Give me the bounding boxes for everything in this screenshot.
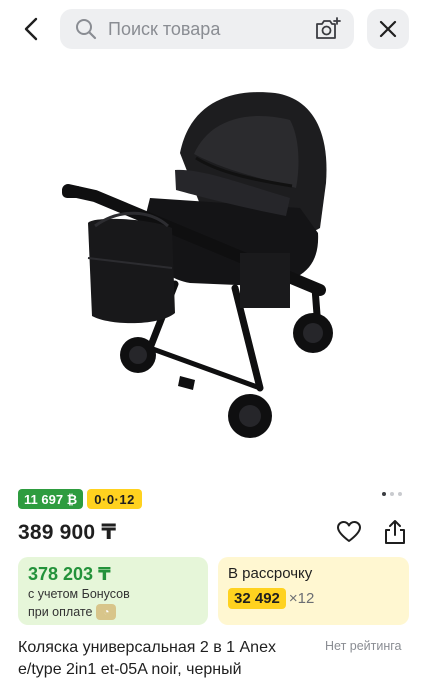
installment-title: В рассрочку	[228, 565, 313, 582]
search-icon	[76, 19, 97, 40]
gallery-dot	[382, 492, 386, 496]
product-badges: 11 697 ₿ 0·0·12	[18, 489, 142, 509]
gallery-dot	[390, 492, 394, 496]
installment-months: ×12	[288, 590, 315, 607]
installment-badge-label: 0·0·12	[94, 491, 135, 507]
installment-badge: 0·0·12	[87, 489, 142, 509]
back-button[interactable]	[14, 12, 50, 46]
chevron-left-icon	[24, 17, 38, 41]
bonus-price-line1: с учетом Бонусов	[28, 587, 130, 601]
close-icon	[379, 20, 397, 38]
installment-monthly: 32 492	[228, 588, 286, 609]
bonus-price-amount: 378 203 ₸	[28, 564, 111, 584]
installment-amount-row: 32 492 ×12	[228, 588, 314, 609]
close-button[interactable]	[367, 9, 409, 49]
bonus-badge: 11 697 ₿	[18, 489, 84, 509]
gallery-dot	[398, 492, 402, 496]
product-image-gallery[interactable]	[0, 58, 427, 480]
camera-search-icon[interactable]	[314, 16, 342, 42]
share-icon	[385, 520, 405, 544]
gallery-dots	[382, 492, 402, 496]
share-button[interactable]	[382, 518, 408, 546]
bonus-price-line2-row: при оплате ◔	[28, 604, 117, 620]
top-bar	[0, 0, 427, 58]
bonus-badge-label: 11 697 ₿	[24, 491, 78, 507]
search-input[interactable]	[108, 9, 298, 49]
heart-icon	[337, 521, 361, 542]
bonus-price-card[interactable]: 378 203 ₸ с учетом Бонусов при оплате ◔	[18, 557, 208, 625]
search-bar[interactable]	[60, 9, 354, 49]
stroller-image	[62, 92, 333, 438]
favorite-button[interactable]	[336, 520, 362, 544]
installment-card[interactable]: В рассрочку 32 492 ×12	[218, 557, 409, 625]
product-title: Коляска универсальная 2 в 1 Anex e/type …	[18, 639, 276, 678]
product-price: 389 900 ₸	[18, 521, 117, 544]
bank-coin-icon: ◔	[96, 604, 117, 620]
bonus-price-line2: при оплате	[28, 605, 93, 619]
rating-status[interactable]: Нет рейтинга	[325, 639, 402, 653]
